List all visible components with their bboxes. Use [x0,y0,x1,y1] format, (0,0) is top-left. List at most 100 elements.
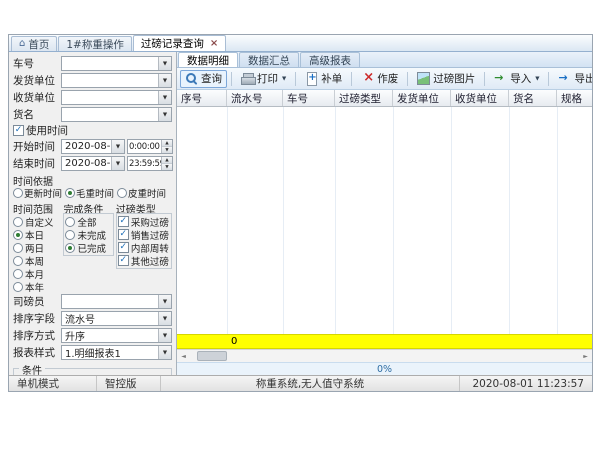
scrollbar-thumb[interactable] [197,351,227,361]
chevron-down-icon[interactable]: ▼ [111,140,124,153]
grid-column-line [451,107,452,334]
radio-selected-icon [65,188,75,198]
chevron-down-icon[interactable]: ▼ [111,157,124,170]
spinner-buttons: ▲▼ [161,157,172,170]
radio-custom-range[interactable]: 自定义 [13,216,61,227]
scroll-left-icon[interactable]: ◄ [177,350,190,362]
complete-group: 完成条件 全部 未完成 已完成 [63,201,113,292]
sort-order-value: 升序 [62,328,158,343]
radio-this-year[interactable]: 本年 [13,281,61,292]
status-system-name: 称重系统,无人值守系统 [161,376,460,391]
radio-gross-time[interactable]: 毛重时间 [65,186,114,200]
column-header-sender[interactable]: 发货单位 [393,90,451,106]
tab-record-query-label: 过磅记录查询 [141,36,204,51]
checkbox-label: 其他过磅 [131,254,169,268]
tab-data-summary[interactable]: 数据汇总 [239,52,299,67]
tab-home-label: 首页 [28,37,49,52]
import-button[interactable]: 导入▼ [489,70,544,88]
checkbox-label: 内部周转 [131,241,169,255]
chevron-down-icon[interactable]: ▼ [158,346,171,359]
print-button[interactable]: 打印▼ [236,70,291,88]
photo-icon [417,72,430,85]
use-time-checkbox[interactable]: ✓ [13,125,24,136]
use-time-label: 使用时间 [26,123,68,138]
radio-today[interactable]: 本日 [13,229,61,240]
sort-field-value: 流水号 [62,311,158,326]
chevron-down-icon[interactable]: ▼ [158,91,171,104]
tab-weigh-operation[interactable]: 1#称重操作 [58,36,131,51]
weigher-select[interactable]: ▼ [61,294,172,309]
tab-advanced-report[interactable]: 高级报表 [300,52,360,67]
column-header-vehicle[interactable]: 车号 [283,90,335,106]
column-header-seq[interactable]: 序号 [177,90,227,106]
chevron-down-icon[interactable]: ▼ [158,74,171,87]
spin-down-icon[interactable]: ▼ [162,163,172,170]
toolbar-separator [351,72,352,86]
vehicle-select[interactable]: ▼ [61,56,172,71]
start-time-spinner[interactable]: 0:00:00 ▲▼ [127,139,173,154]
chevron-down-icon[interactable]: ▼ [158,329,171,342]
receiver-select[interactable]: ▼ [61,90,172,105]
checkbox-other[interactable]: ✓其他过磅 [118,255,170,266]
tab-data-detail[interactable]: 数据明细 [178,52,238,67]
column-header-weigh-type[interactable]: 过磅类型 [335,90,393,106]
checkbox-checked-icon: ✓ [118,242,129,253]
column-header-serial[interactable]: 流水号 [227,90,283,106]
main-panel: 数据明细 数据汇总 高级报表 查询 打印▼ 补单 作废 过磅图片 导入▼ [177,52,592,375]
query-button[interactable]: 查询 [180,70,227,88]
goods-select[interactable]: ▼ [61,107,172,122]
checkbox-purchase[interactable]: ✓采购过磅 [118,216,170,227]
spin-down-icon[interactable]: ▼ [162,146,172,153]
checkbox-internal[interactable]: ✓内部周转 [118,242,170,253]
chevron-down-icon[interactable]: ▼ [158,312,171,325]
checkbox-sale[interactable]: ✓销售过磅 [118,229,170,240]
tab-record-query[interactable]: 过磅记录查询 × [133,35,226,51]
radio-this-month[interactable]: 本月 [13,268,61,279]
start-date-select[interactable]: 2020-08-01 ▼ [61,139,125,154]
chevron-down-icon[interactable]: ▼ [535,76,539,82]
radio-completed[interactable]: 已完成 [65,242,111,253]
checkbox-checked-icon: ✓ [118,229,129,240]
sort-order-select[interactable]: 升序 ▼ [61,328,172,343]
end-date-select[interactable]: 2020-08-01 ▼ [61,156,125,171]
radio-tare-time[interactable]: 皮重时间 [117,186,166,200]
radio-label: 自定义 [25,215,54,229]
time-range-label: 时间范围 [13,201,61,213]
printer-icon [241,72,254,85]
radio-incomplete[interactable]: 未完成 [65,229,111,240]
radio-update-time[interactable]: 更新时间 [13,186,62,200]
chevron-down-icon[interactable]: ▼ [282,76,286,82]
toolbar-separator [548,72,549,86]
weigh-photos-button[interactable]: 过磅图片 [412,70,480,88]
export-button[interactable]: 导出▼ [553,70,592,88]
weigh-type-group: 过磅类型 ✓采购过磅 ✓销售过磅 ✓内部周转 ✓其他过磅 [116,201,172,292]
chevron-down-icon[interactable]: ▼ [158,57,171,70]
column-header-goods[interactable]: 货名 [509,90,557,106]
radio-label: 本日 [25,228,44,242]
radio-all[interactable]: 全部 [65,216,111,227]
radio-two-days[interactable]: 两日 [13,242,61,253]
query-label: 查询 [201,71,222,86]
horizontal-scrollbar[interactable]: ◄ ► [177,349,592,362]
scroll-right-icon[interactable]: ► [579,350,592,362]
end-time-spinner[interactable]: 23:59:59 ▲▼ [127,156,173,171]
sender-select[interactable]: ▼ [61,73,172,88]
sort-field-select[interactable]: 流水号 ▼ [61,311,172,326]
condition-label: 条件 [19,362,45,375]
void-button[interactable]: 作废 [356,70,403,88]
supplement-button[interactable]: 补单 [300,70,347,88]
chevron-down-icon[interactable]: ▼ [158,108,171,121]
column-header-receiver[interactable]: 收货单位 [451,90,509,106]
radio-label: 全部 [77,215,96,229]
tab-home[interactable]: ⌂ 首页 [11,36,57,51]
report-style-select[interactable]: 1.明细报表1 ▼ [61,345,172,360]
radio-this-week[interactable]: 本周 [13,255,61,266]
chevron-down-icon[interactable]: ▼ [158,295,171,308]
close-tab-icon[interactable]: × [210,39,218,49]
subtab-label: 高级报表 [309,53,351,68]
subtab-label: 数据明细 [187,53,229,68]
grid-column-line [557,107,558,334]
weigher-label: 司磅员 [13,294,59,309]
column-header-spec[interactable]: 规格 [557,90,592,106]
radio-selected-icon [65,243,75,253]
